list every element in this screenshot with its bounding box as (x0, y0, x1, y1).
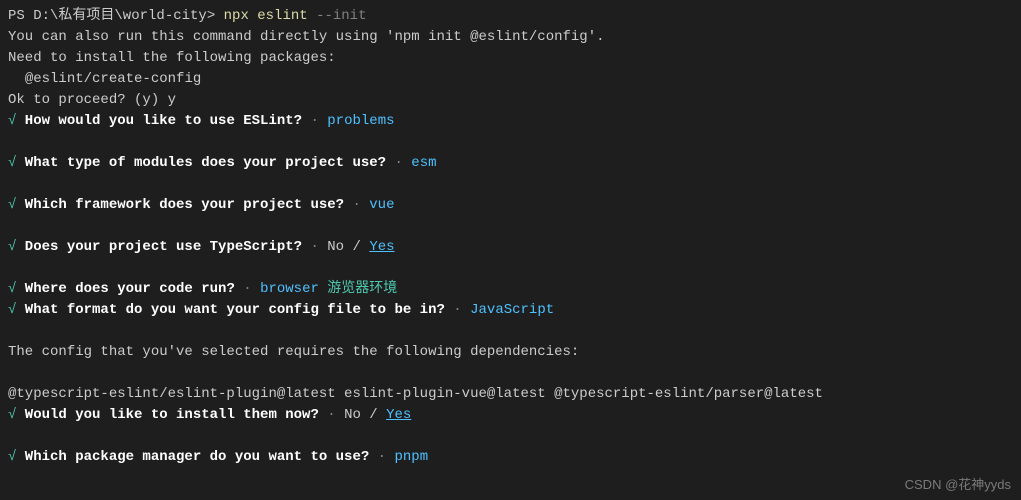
question-line: √ How would you like to use ESLint? · pr… (8, 111, 1013, 132)
info-line: Need to install the following packages: (8, 48, 1013, 69)
question-text: How would you like to use ESLint? (16, 113, 302, 129)
option-slash: / (344, 239, 369, 255)
command-flag: --init (316, 8, 366, 24)
proceed-prompt: Ok to proceed? (y) y (8, 90, 1013, 111)
prompt-line: PS D:\私有项目\world-city> npx eslint --init (8, 6, 1013, 27)
info-line: @eslint/create-config (8, 69, 1013, 90)
blank-line (8, 174, 1013, 195)
separator: · (319, 407, 344, 423)
blank-line (8, 321, 1013, 342)
blank-line (8, 258, 1013, 279)
question-line: √ Does your project use TypeScript? · No… (8, 237, 1013, 258)
option-slash: / (361, 407, 386, 423)
question-line: √ Which package manager do you want to u… (8, 447, 1013, 468)
answer-value: vue (369, 197, 394, 213)
question-text: Which framework does your project use? (16, 197, 344, 213)
deps-list: @typescript-eslint/eslint-plugin@latest … (8, 384, 1013, 405)
answer-value: JavaScript (470, 302, 554, 318)
separator: · (344, 197, 369, 213)
question-line: √ Which framework does your project use?… (8, 195, 1013, 216)
info-line: You can also run this command directly u… (8, 27, 1013, 48)
answer-value: browser (260, 281, 319, 297)
separator: · (302, 113, 327, 129)
watermark-text: CSDN @花神yyds (905, 475, 1011, 495)
option-yes: Yes (386, 407, 411, 423)
blank-line (8, 216, 1013, 237)
question-text: What type of modules does your project u… (16, 155, 386, 171)
answer-note: 游览器环境 (319, 281, 397, 297)
separator: · (235, 281, 260, 297)
question-text: Which package manager do you want to use… (16, 449, 369, 465)
separator: · (386, 155, 411, 171)
answer-value: esm (411, 155, 436, 171)
deps-intro: The config that you've selected requires… (8, 342, 1013, 363)
question-line: √ What type of modules does your project… (8, 153, 1013, 174)
terminal-output[interactable]: PS D:\私有项目\world-city> npx eslint --init… (8, 6, 1013, 468)
question-text: Does your project use TypeScript? (16, 239, 302, 255)
blank-line (8, 426, 1013, 447)
question-text: What format do you want your config file… (16, 302, 444, 318)
question-text: Would you like to install them now? (16, 407, 318, 423)
question-line: √ What format do you want your config fi… (8, 300, 1013, 321)
question-line: √ Where does your code run? · browser 游览… (8, 279, 1013, 300)
question-text: Where does your code run? (16, 281, 234, 297)
separator: · (445, 302, 470, 318)
option-no: No (327, 239, 344, 255)
shell-prompt: PS D:\私有项目\world-city> (8, 8, 224, 24)
option-no: No (344, 407, 361, 423)
separator: · (302, 239, 327, 255)
answer-value: problems (327, 113, 394, 129)
blank-line (8, 363, 1013, 384)
command-text: npx eslint (224, 8, 316, 24)
answer-value: pnpm (394, 449, 428, 465)
blank-line (8, 132, 1013, 153)
separator: · (369, 449, 394, 465)
option-yes: Yes (369, 239, 394, 255)
question-line: √ Would you like to install them now? · … (8, 405, 1013, 426)
